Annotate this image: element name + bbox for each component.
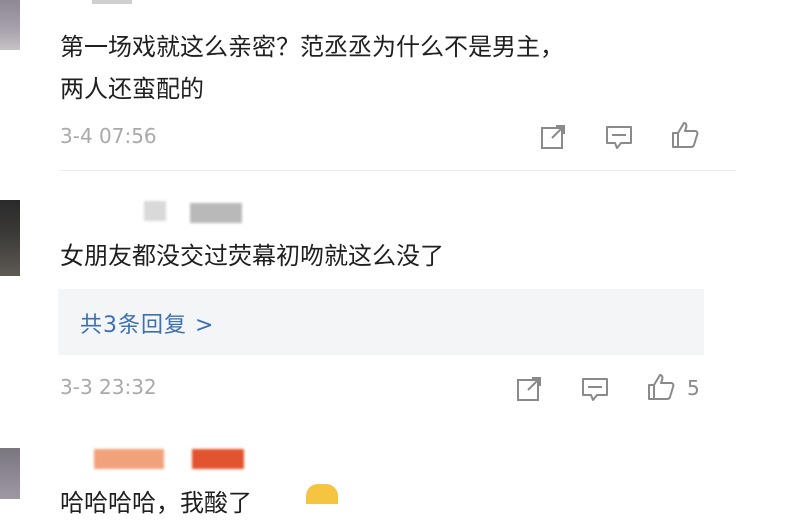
username-blurred <box>144 201 166 221</box>
comment-icon <box>606 126 632 149</box>
replies-box[interactable]: 共3条回复 > <box>58 289 704 355</box>
like-button[interactable] <box>646 372 676 402</box>
comment-icon <box>582 378 608 401</box>
emoji-icon <box>306 484 338 504</box>
like-count: 5 <box>687 376 700 400</box>
share-icon <box>517 377 541 401</box>
comment-timestamp: 3-4 07:56 <box>60 124 157 148</box>
avatar[interactable] <box>0 448 20 499</box>
avatar[interactable] <box>0 0 20 50</box>
username-blurred <box>190 203 242 223</box>
comment-text: 第一场戏就这么亲密？范丞丞为什么不是男主， <box>60 33 564 61</box>
thumbs-up-icon <box>672 122 699 148</box>
share-button[interactable] <box>538 122 568 152</box>
avatar[interactable] <box>0 200 20 276</box>
like-button[interactable] <box>670 120 700 150</box>
comment-button[interactable] <box>580 374 610 404</box>
username-blurred <box>94 449 164 469</box>
username-blurred <box>192 449 244 469</box>
username-blurred <box>92 0 132 4</box>
comment-text: 女朋友都没交过荧幕初吻就这么没了 <box>60 242 444 270</box>
comment-timestamp: 3-3 23:32 <box>60 375 157 399</box>
divider <box>60 170 736 171</box>
thumbs-up-icon <box>648 374 675 400</box>
comment-text: 两人还蛮配的 <box>60 75 204 103</box>
share-button[interactable] <box>514 374 544 404</box>
view-replies-link[interactable]: 共3条回复 > <box>80 307 214 339</box>
comment-text: 哈哈哈哈，我酸了 <box>60 489 252 517</box>
comment-button[interactable] <box>604 122 634 152</box>
share-icon <box>541 125 565 149</box>
